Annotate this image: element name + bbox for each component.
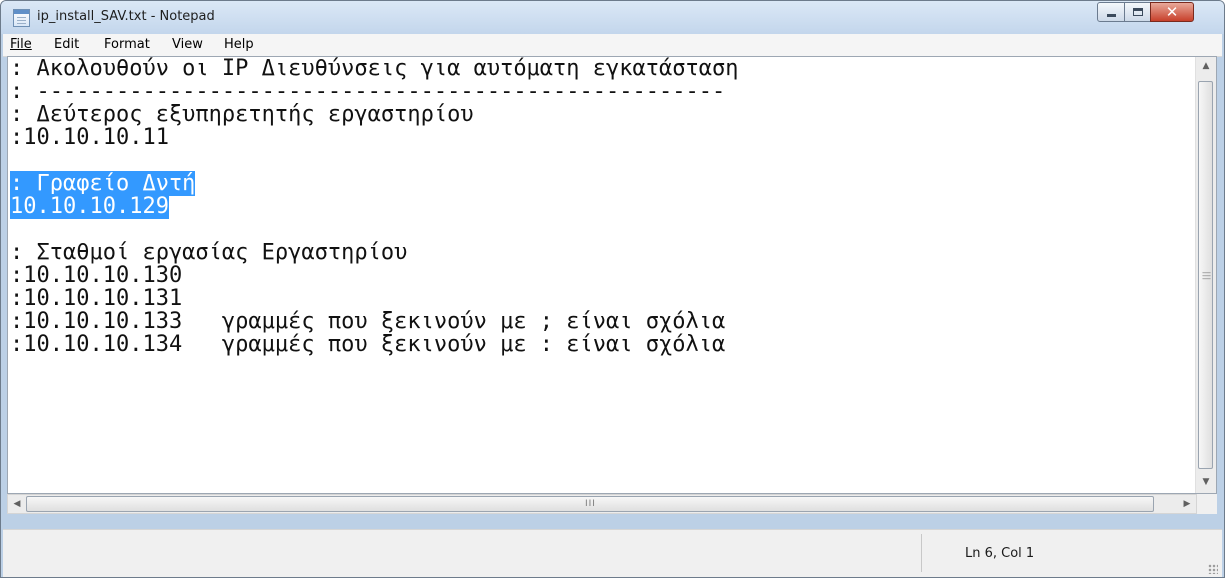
line-text: : Δεύτερος εξυπηρετητής εργαστηρίου xyxy=(10,102,474,127)
text-line: :10.10.10.134 γραμμές που ξεκινούν με : … xyxy=(10,333,738,356)
text-line: : Δεύτερος εξυπηρετητής εργαστηρίου xyxy=(10,103,738,126)
scroll-left-arrow-icon[interactable]: ◀ xyxy=(8,495,26,513)
text-line: :10.10.10.131 xyxy=(10,287,738,310)
line-text: : Σταθμοί εργασίας Εργαστηρίου xyxy=(10,240,408,265)
close-button[interactable]: ✕ xyxy=(1150,2,1194,22)
title-bar[interactable]: ip_install_SAV.txt - Notepad ✕ xyxy=(1,1,1224,34)
window-title: ip_install_SAV.txt - Notepad xyxy=(37,9,215,24)
horizontal-scroll-thumb[interactable]: III xyxy=(26,496,1154,512)
text-line: :10.10.10.130 xyxy=(10,264,738,287)
text-line xyxy=(10,149,738,172)
minimize-icon xyxy=(1107,14,1116,17)
scroll-right-arrow-icon[interactable]: ▶ xyxy=(1178,495,1196,513)
horizontal-scrollbar[interactable]: ◀ III ▶ xyxy=(7,494,1197,514)
minimize-button[interactable] xyxy=(1097,2,1125,22)
editor-content[interactable]: : Ακολουθούν οι IP Διευθύνσεις για αυτόμ… xyxy=(10,57,738,356)
status-bar: Ln 6, Col 1 xyxy=(3,529,1222,577)
text-line: :10.10.10.11 xyxy=(10,126,738,149)
close-icon: ✕ xyxy=(1165,3,1179,21)
text-line: : Γραφείο Δντή xyxy=(10,171,738,196)
text-line: : Ακολουθούν οι IP Διευθύνσεις για αυτόμ… xyxy=(10,57,738,80)
text-line: :10.10.10.133 γραμμές που ξεκινούν με ; … xyxy=(10,310,738,333)
text-line: : --------------------------------------… xyxy=(10,80,738,103)
notepad-icon[interactable] xyxy=(13,9,30,27)
menu-help[interactable]: Help xyxy=(224,37,254,52)
vertical-scrollbar[interactable]: ▲ — — — ▼ xyxy=(1195,57,1216,493)
text-line: : Σταθμοί εργασίας Εργαστηρίου xyxy=(10,241,738,264)
scrollbar-corner xyxy=(1197,494,1217,514)
resize-grip-icon[interactable] xyxy=(1208,564,1218,574)
menu-edit[interactable]: Edit xyxy=(54,37,79,52)
menu-bar: File Edit Format View Help xyxy=(3,34,1222,57)
notepad-window: ip_install_SAV.txt - Notepad ✕ File Edit… xyxy=(0,0,1225,578)
status-divider xyxy=(921,534,922,572)
scroll-down-arrow-icon[interactable]: ▼ xyxy=(1196,473,1216,491)
maximize-button[interactable] xyxy=(1124,2,1151,22)
text-line xyxy=(10,218,738,241)
line-text: : Ακολουθούν οι IP Διευθύνσεις για αυτόμ… xyxy=(10,56,739,81)
line-text: :10.10.10.11 xyxy=(10,125,169,150)
text-editor[interactable]: : Ακολουθούν οι IP Διευθύνσεις για αυτόμ… xyxy=(7,56,1217,494)
menu-view[interactable]: View xyxy=(172,37,203,52)
scroll-up-arrow-icon[interactable]: ▲ xyxy=(1196,57,1216,75)
selected-text: : Γραφείο Δντή xyxy=(10,171,196,196)
line-text: :10.10.10.131 xyxy=(10,286,183,311)
selected-text: 10.10.10.129 xyxy=(10,194,169,219)
line-text: :10.10.10.130 xyxy=(10,263,183,288)
maximize-icon xyxy=(1133,8,1143,16)
grip-icon: — — — xyxy=(1202,268,1211,284)
menu-file[interactable]: File xyxy=(10,37,32,52)
line-text: : --------------------------------------… xyxy=(10,79,726,104)
menu-format[interactable]: Format xyxy=(104,37,150,52)
line-text: :10.10.10.134 γραμμές που ξεκινούν με : … xyxy=(10,332,726,357)
vertical-scroll-thumb[interactable]: — — — xyxy=(1198,81,1213,469)
line-text: :10.10.10.133 γραμμές που ξεκινούν με ; … xyxy=(10,309,726,334)
text-line: 10.10.10.129 xyxy=(10,194,738,219)
grip-icon: III xyxy=(585,499,596,509)
cursor-position: Ln 6, Col 1 xyxy=(965,546,1035,561)
